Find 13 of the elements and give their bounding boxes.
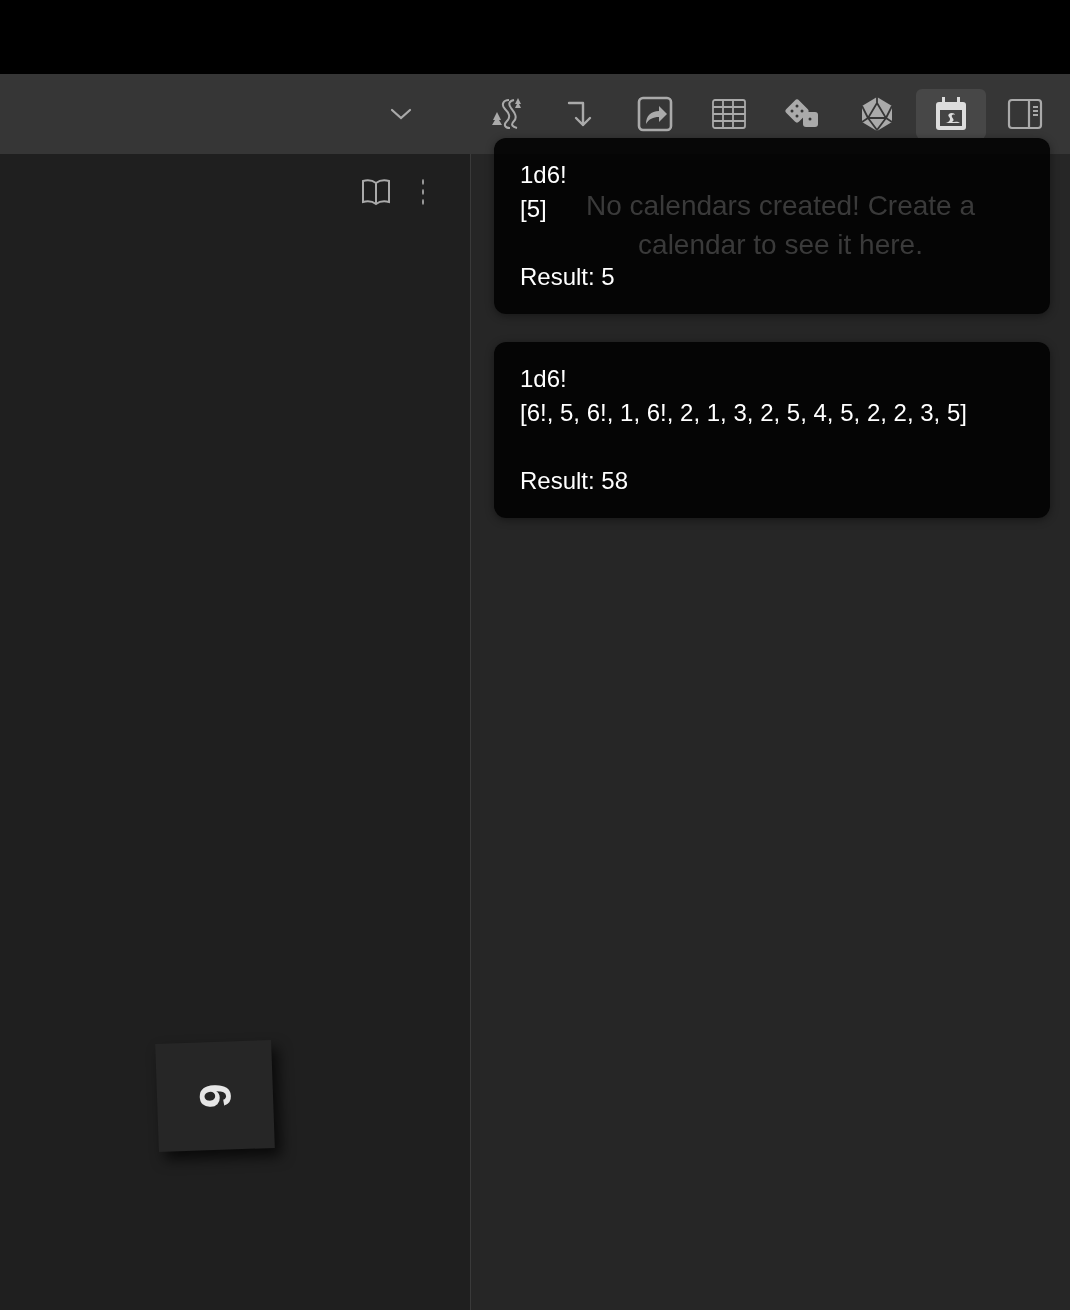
roll-result: Result: 5: [520, 262, 615, 292]
roll-result: Result: 58: [520, 466, 629, 496]
table-icon: [711, 96, 747, 132]
calendar-icon: [933, 96, 969, 132]
sidebar-toggle-icon: [1007, 96, 1043, 132]
roll-values: [5]: [520, 194, 547, 224]
dice-formula: 1d6!: [520, 160, 567, 190]
die-face: 6: [189, 1082, 241, 1110]
dice-formula: 1d6!: [520, 364, 567, 394]
roll-values: [6!, 5, 6!, 1, 6!, 2, 1, 3, 2, 5, 4, 5, 2, 2, 3, 5]: [520, 398, 967, 428]
polyhedral-die-icon: [859, 96, 895, 132]
calendar-button[interactable]: [916, 89, 986, 139]
book-icon[interactable]: [360, 176, 392, 208]
